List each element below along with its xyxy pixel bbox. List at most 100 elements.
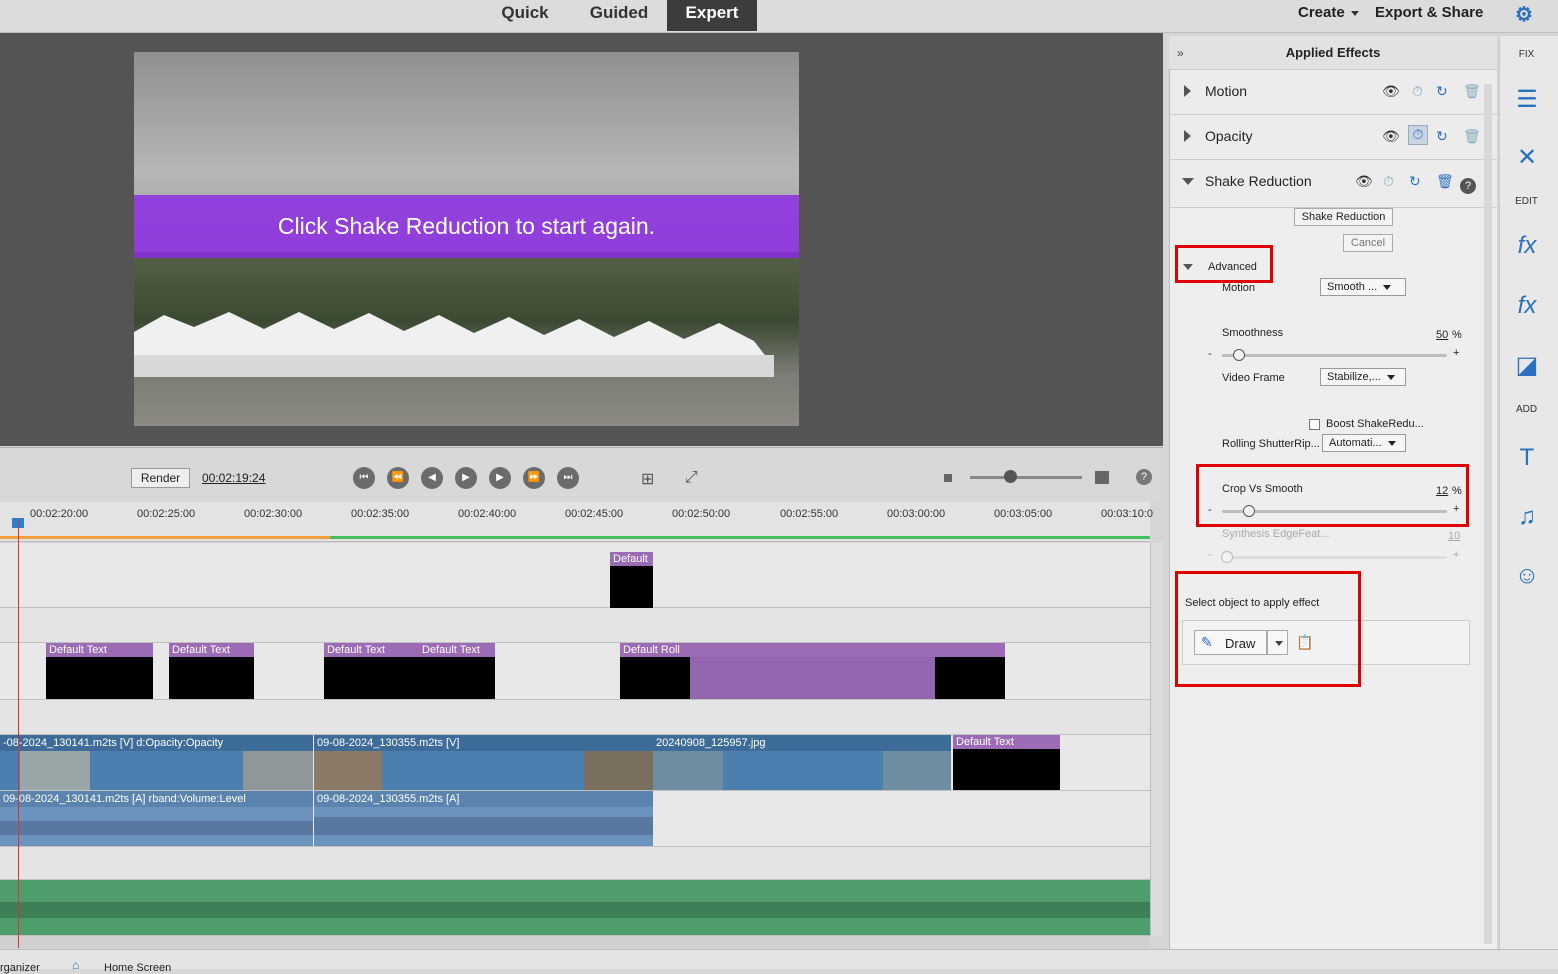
timeline-vscrollbar[interactable]	[1150, 543, 1163, 936]
text-clip[interactable]: Default Text	[169, 643, 254, 699]
help-icon[interactable]: ?	[1460, 178, 1476, 194]
panel-scrollbar[interactable]	[1484, 84, 1492, 944]
step-back-icon[interactable]: ◀	[421, 467, 443, 489]
trash-icon[interactable]: 🗑	[1463, 128, 1481, 145]
timeline-ruler[interactable]: 00:02:20:00 00:02:25:00 00:02:30:00 00:0…	[0, 502, 1153, 542]
playhead-line	[18, 518, 19, 948]
adjust-icon[interactable]: ☰	[1511, 84, 1543, 116]
zoom-slider-knob[interactable]	[1004, 470, 1017, 483]
text-clip[interactable]: Default Text	[953, 735, 1060, 790]
timecode[interactable]: 00:02:19:24	[202, 471, 265, 485]
draw-options-button[interactable]	[1267, 630, 1288, 655]
audio-waveform	[0, 902, 1150, 918]
trash-icon[interactable]: 🗑	[1463, 83, 1481, 100]
eye-icon[interactable]: 👁	[1382, 83, 1400, 100]
go-start-icon[interactable]: ⏮	[353, 467, 375, 489]
video-clip[interactable]: -08-2024_130141.m2ts [V] d:Opacity:Opaci…	[0, 735, 313, 790]
text-clip[interactable]: Default Text	[324, 643, 410, 699]
gear-icon[interactable]: ⚙	[1515, 2, 1533, 27]
crop-vs-smooth-slider[interactable]	[1222, 510, 1447, 513]
step-forward-icon[interactable]: ▶	[489, 467, 511, 489]
expand-icon[interactable]	[1184, 85, 1191, 97]
audio-clip[interactable]: 09-08-2024_130141.m2ts [A] rband:Volume:…	[0, 791, 313, 846]
text-clip[interactable]: Default Text	[410, 643, 495, 699]
crop-vs-smooth-slider-knob[interactable]	[1243, 505, 1255, 517]
video-frame-dropdown[interactable]: Stabilize,...	[1320, 368, 1406, 386]
draw-button[interactable]: ✎ Draw	[1194, 630, 1267, 655]
music-icon[interactable]: ♫	[1511, 501, 1543, 533]
ruler-tick: 00:02:55:00	[780, 508, 839, 520]
render-button[interactable]: Render	[131, 468, 190, 488]
reset-icon[interactable]: ↻	[1436, 128, 1448, 145]
effects-icon[interactable]: fx	[1511, 290, 1543, 322]
trash-icon[interactable]: 🗑	[1436, 173, 1454, 190]
audio-clip[interactable]: 09-08-2024_130355.m2ts [A]	[314, 791, 653, 846]
roll-clip[interactable]: Default Roll	[620, 643, 1005, 699]
timeline-scrollbar[interactable]	[0, 936, 1150, 948]
text-clip[interactable]: Default Text	[46, 643, 153, 699]
plus-sign[interactable]: +	[1453, 347, 1459, 359]
track-soundtrack[interactable]	[0, 880, 1150, 936]
chevron-down-icon	[1386, 374, 1395, 380]
video-clip[interactable]: 09-08-2024_130355.m2ts [V]	[314, 735, 653, 790]
smoothness-slider[interactable]	[1222, 354, 1447, 357]
minus-sign[interactable]: -	[1208, 348, 1212, 360]
keyframe-icon[interactable]: ⏱	[1383, 173, 1394, 190]
reset-icon[interactable]: ↻	[1409, 173, 1421, 190]
clipboard-icon[interactable]: 📋	[1296, 634, 1313, 651]
collapse-icon[interactable]	[1182, 178, 1194, 185]
effect-row-opacity[interactable]: Opacity 👁 ⏱ ↻ 🗑	[1170, 115, 1497, 160]
create-menu[interactable]: Create	[1298, 4, 1359, 21]
expand-icon[interactable]	[1184, 130, 1191, 142]
render-bar-green	[330, 536, 1150, 539]
shake-reduction-button[interactable]: Shake Reduction	[1294, 208, 1393, 226]
plus-sign[interactable]: +	[1453, 503, 1459, 515]
collapse-panel-icon[interactable]: »	[1177, 46, 1184, 60]
boost-label: Boost ShakeRedu...	[1326, 418, 1424, 430]
rolling-shutter-dropdown[interactable]: Automati...	[1322, 434, 1406, 452]
titles-icon[interactable]: T	[1511, 442, 1543, 474]
motion-dropdown[interactable]: Smooth ...	[1320, 278, 1406, 296]
rewind-icon[interactable]: ⏪	[387, 467, 409, 489]
reset-icon[interactable]: ↻	[1436, 83, 1448, 100]
video-preview[interactable]: Click Shake Reduction to start again.	[134, 52, 799, 426]
tools-icon[interactable]: ✕	[1511, 142, 1543, 174]
clip-label: Default Text	[953, 735, 1060, 749]
video-clip[interactable]: 20240908_125957.jpg	[653, 735, 951, 790]
advanced-label[interactable]: Advanced	[1208, 261, 1257, 273]
settings-frame-icon[interactable]: ⊞	[641, 469, 654, 489]
keyframe-icon[interactable]: ⏱	[1412, 83, 1423, 100]
export-share-menu[interactable]: Export & Share	[1375, 4, 1483, 21]
go-end-icon[interactable]: ⏭	[557, 467, 579, 489]
chevron-down-icon	[1387, 440, 1396, 446]
fast-forward-icon[interactable]: ⏩	[523, 467, 545, 489]
minus-sign[interactable]: -	[1208, 504, 1212, 516]
help-icon[interactable]: ?	[1136, 469, 1152, 485]
effect-row-motion[interactable]: Motion 👁 ⏱ ↻ 🗑	[1170, 70, 1497, 115]
zoom-slider[interactable]	[970, 476, 1082, 479]
home-icon[interactable]: ⌂	[72, 958, 79, 972]
boost-checkbox[interactable]	[1309, 419, 1320, 430]
select-object-label: Select object to apply effect	[1185, 597, 1320, 609]
smoothness-value[interactable]: 50	[1436, 329, 1448, 341]
fullscreen-icon[interactable]: ⤢	[685, 469, 698, 487]
organizer-button[interactable]: rganizer	[0, 962, 40, 974]
crop-vs-smooth-value[interactable]: 12	[1436, 485, 1448, 497]
cancel-button[interactable]: Cancel	[1343, 234, 1393, 252]
zoom-out-icon[interactable]	[944, 474, 952, 482]
eye-icon[interactable]: 👁	[1382, 128, 1400, 145]
tab-expert[interactable]: Expert	[667, 0, 757, 31]
applied-effects-icon[interactable]: fx	[1511, 230, 1543, 262]
keyframe-icon[interactable]: ⏱	[1408, 125, 1428, 145]
play-icon[interactable]: ▶	[455, 467, 477, 489]
zoom-in-icon[interactable]	[1095, 471, 1109, 484]
home-screen-button[interactable]: Home Screen	[104, 962, 171, 974]
transitions-icon[interactable]: ◪	[1511, 350, 1543, 382]
eye-icon[interactable]: 👁	[1355, 173, 1373, 190]
effect-row-shake-reduction[interactable]: Shake Reduction 👁 ⏱ ↻ 🗑 ?	[1170, 160, 1497, 208]
tab-quick[interactable]: Quick	[490, 0, 560, 31]
title-clip[interactable]: Default	[610, 552, 653, 608]
graphics-icon[interactable]: ☺	[1511, 560, 1543, 592]
advanced-collapse-icon[interactable]	[1183, 264, 1193, 270]
tab-guided[interactable]: Guided	[580, 0, 658, 31]
